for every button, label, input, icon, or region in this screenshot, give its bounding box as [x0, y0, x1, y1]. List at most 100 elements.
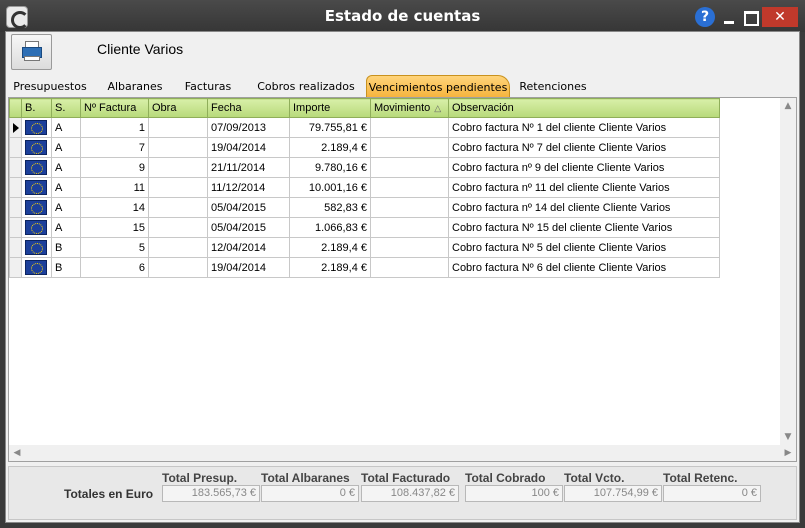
horizontal-scrollbar[interactable]: ◀ ▶ [9, 445, 796, 461]
eu-flag-icon [25, 120, 47, 135]
column-header-movimiento[interactable]: Movimiento △ [370, 98, 449, 118]
cell-obra [148, 177, 208, 198]
cell-importe: 10.001,16 € [289, 177, 371, 198]
table-row[interactable]: B 5 12/04/2014 2.189,4 € Cobro factura N… [9, 237, 720, 258]
cell-obra [148, 157, 208, 178]
row-indicator-icon [9, 117, 22, 138]
table-row[interactable]: A 14 05/04/2015 582,83 € Cobro factura n… [9, 197, 720, 218]
total-presup-label: Total Presup. [162, 471, 238, 485]
tab-cobros-realizados[interactable]: Cobros realizados [253, 78, 359, 98]
scroll-right-icon[interactable]: ▶ [780, 445, 796, 461]
print-button[interactable] [11, 34, 52, 70]
cell-factura: 7 [80, 137, 149, 158]
title-bar[interactable]: Estado de cuentas ? ✕ [0, 0, 805, 32]
cell-obra [148, 197, 208, 218]
cell-factura: 9 [80, 157, 149, 178]
flag-cell [21, 177, 52, 198]
cell-obra [148, 217, 208, 238]
cell-fecha: 19/04/2014 [207, 257, 290, 278]
cell-serie: A [51, 217, 81, 238]
data-grid[interactable]: B. S. Nº Factura Obra Fecha Importe Movi… [8, 97, 797, 462]
total-cobrado-field: 100 € [465, 485, 563, 502]
column-header-b[interactable]: B. [21, 98, 52, 118]
cell-observacion: Cobro factura nº 14 del cliente Cliente … [448, 197, 720, 218]
row-indicator [9, 197, 22, 218]
eu-flag-icon [25, 220, 47, 235]
total-facturado-label: Total Facturado [361, 471, 451, 485]
tab-albaranes[interactable]: Albaranes [102, 78, 168, 98]
total-albaranes-label: Total Albaranes [261, 471, 350, 485]
table-row[interactable]: B 6 19/04/2014 2.189,4 € Cobro factura N… [9, 257, 720, 278]
totals-panel: Totales en Euro Total Presup. 183.565,73… [8, 466, 797, 520]
cell-observacion: Cobro factura Nº 5 del cliente Cliente V… [448, 237, 720, 258]
cell-movimiento [370, 137, 449, 158]
cell-importe: 1.066,83 € [289, 217, 371, 238]
vertical-scrollbar[interactable]: ▲ ▼ [780, 98, 796, 445]
cell-movimiento [370, 177, 449, 198]
tab-presupuestos[interactable]: Presupuestos [10, 78, 90, 98]
column-header-obra[interactable]: Obra [148, 98, 208, 118]
row-indicator [9, 217, 22, 238]
grid-table: B. S. Nº Factura Obra Fecha Importe Movi… [9, 98, 720, 278]
scroll-left-icon[interactable]: ◀ [9, 445, 25, 461]
column-header-fecha[interactable]: Fecha [207, 98, 290, 118]
table-row[interactable]: A 9 21/11/2014 9.780,16 € Cobro factura … [9, 157, 720, 178]
cell-obra [148, 237, 208, 258]
flag-cell [21, 157, 52, 178]
cell-obra [148, 137, 208, 158]
flag-cell [21, 237, 52, 258]
cell-observacion: Cobro factura Nº 1 del cliente Cliente V… [448, 117, 720, 138]
total-vcto-label: Total Vcto. [564, 471, 625, 485]
cell-serie: A [51, 157, 81, 178]
flag-cell [21, 117, 52, 138]
column-header-observacion[interactable]: Observación [448, 98, 720, 118]
table-row[interactable]: A 11 11/12/2014 10.001,16 € Cobro factur… [9, 177, 720, 198]
tab-facturas[interactable]: Facturas [181, 78, 235, 98]
cell-factura: 1 [80, 117, 149, 138]
eu-flag-icon [25, 240, 47, 255]
flag-cell [21, 257, 52, 278]
cell-importe: 2.189,4 € [289, 257, 371, 278]
cell-fecha: 05/04/2015 [207, 197, 290, 218]
help-icon[interactable]: ? [695, 7, 715, 27]
cell-importe: 9.780,16 € [289, 157, 371, 178]
scroll-up-icon[interactable]: ▲ [780, 98, 796, 114]
column-header-importe[interactable]: Importe [289, 98, 371, 118]
row-indicator [9, 237, 22, 258]
tab-vencimientos-pendientes[interactable]: Vencimientos pendientes [366, 75, 510, 98]
minimize-icon[interactable] [720, 6, 738, 28]
cell-observacion: Cobro factura Nº 15 del cliente Cliente … [448, 217, 720, 238]
total-retenc-field: 0 € [663, 485, 761, 502]
cell-obra [148, 117, 208, 138]
grid-header-row: B. S. Nº Factura Obra Fecha Importe Movi… [9, 98, 720, 118]
table-row[interactable]: A 1 07/09/2013 79.755,81 € Cobro factura… [9, 117, 720, 138]
total-presup-field: 183.565,73 € [162, 485, 260, 502]
cell-movimiento [370, 237, 449, 258]
table-row[interactable]: A 7 19/04/2014 2.189,4 € Cobro factura N… [9, 137, 720, 158]
cell-movimiento [370, 117, 449, 138]
flag-cell [21, 137, 52, 158]
tab-retenciones[interactable]: Retenciones [519, 78, 587, 98]
client-area: Cliente Varios Presupuestos Albaranes Fa… [5, 31, 800, 523]
close-icon[interactable]: ✕ [762, 7, 798, 27]
cell-obra [148, 257, 208, 278]
eu-flag-icon [25, 160, 47, 175]
column-header-s[interactable]: S. [51, 98, 81, 118]
column-header-factura[interactable]: Nº Factura [80, 98, 149, 118]
eu-flag-icon [25, 200, 47, 215]
cell-factura: 11 [80, 177, 149, 198]
total-vcto-field: 107.754,99 € [564, 485, 662, 502]
cell-serie: B [51, 257, 81, 278]
sort-icon: △ [434, 103, 442, 113]
row-indicator [9, 177, 22, 198]
eu-flag-icon [25, 260, 47, 275]
table-row[interactable]: A 15 05/04/2015 1.066,83 € Cobro factura… [9, 217, 720, 238]
total-facturado-field: 108.437,82 € [361, 485, 459, 502]
scroll-down-icon[interactable]: ▼ [780, 429, 796, 445]
total-cobrado-label: Total Cobrado [465, 471, 546, 485]
cell-fecha: 07/09/2013 [207, 117, 290, 138]
cell-factura: 15 [80, 217, 149, 238]
cell-observacion: Cobro factura nº 9 del cliente Cliente V… [448, 157, 720, 178]
cell-observacion: Cobro factura nº 11 del cliente Cliente … [448, 177, 720, 198]
maximize-icon[interactable] [741, 6, 759, 28]
